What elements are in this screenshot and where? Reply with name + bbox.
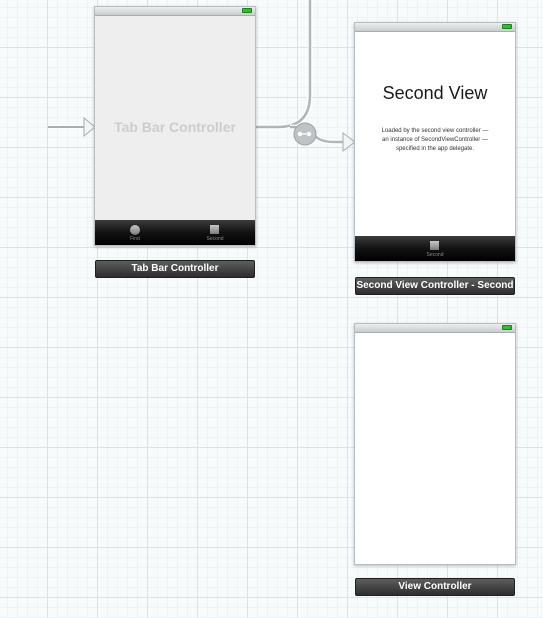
scene-label-second-view-controller[interactable]: Second View Controller - Second <box>355 277 515 295</box>
tab-label-second: Second <box>206 236 224 242</box>
tab-label-first: First <box>130 236 140 242</box>
status-bar <box>355 23 515 32</box>
second-view-description: Loaded by the second view controller — a… <box>361 127 509 154</box>
tab-bar: First Second <box>95 220 255 245</box>
relationship-badge-icon[interactable] <box>293 122 317 146</box>
description-line: an instance of SecondViewController — <box>382 137 488 143</box>
scene-label-tab-bar-controller[interactable]: Tab Bar Controller <box>95 260 255 278</box>
description-line: Loaded by the second view controller — <box>381 128 489 134</box>
battery-icon <box>502 24 512 29</box>
battery-icon <box>242 8 252 13</box>
scene-label-view-controller[interactable]: View Controller <box>355 578 515 596</box>
tab-bar-controller-scene[interactable]: Tab Bar Controller First Second <box>94 6 256 246</box>
square-icon <box>210 225 219 234</box>
tab-item-second[interactable]: Second <box>395 236 475 261</box>
second-view-heading: Second View <box>382 83 488 103</box>
relationship-segue-first[interactable] <box>256 0 313 130</box>
circle-icon <box>130 225 140 235</box>
battery-icon <box>502 325 512 330</box>
square-icon <box>430 241 439 250</box>
second-view-controller-scene[interactable]: Second View Loaded by the second view co… <box>354 22 516 262</box>
tab-bar-controller-placeholder-title: Tab Bar Controller <box>114 119 236 135</box>
initial-scene-arrow[interactable] <box>48 116 96 138</box>
description-line: specified in the app delegate. <box>395 146 475 152</box>
view-controller-scene[interactable] <box>354 323 516 565</box>
tab-bar: Second <box>355 236 515 261</box>
tab-item-first[interactable]: First <box>95 220 175 245</box>
status-bar <box>355 324 515 333</box>
status-bar <box>95 7 255 16</box>
tab-label-second: Second <box>426 252 444 258</box>
tab-item-second[interactable]: Second <box>175 220 255 245</box>
